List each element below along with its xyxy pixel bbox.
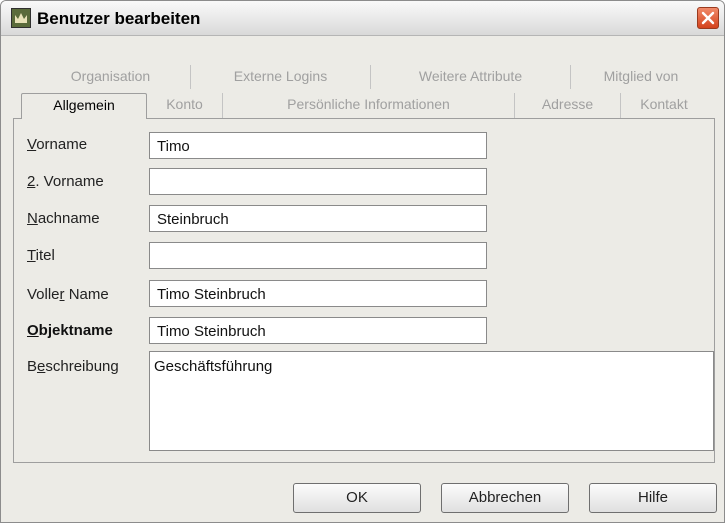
cancel-button[interactable]: Abbrechen bbox=[441, 483, 569, 513]
object-name-label: Objektname bbox=[27, 322, 113, 339]
tab-contact[interactable]: Kontakt bbox=[621, 93, 707, 119]
last-name-field[interactable]: Steinbruch bbox=[149, 205, 487, 232]
tab-member-of[interactable]: Mitglied von bbox=[571, 65, 711, 89]
first-name-field[interactable]: Timo bbox=[149, 132, 487, 159]
description-textarea[interactable]: Geschäftsführung bbox=[149, 351, 714, 451]
tab-external-logins[interactable]: Externe Logins bbox=[191, 65, 371, 89]
close-icon bbox=[701, 11, 715, 25]
description-label: Beschreibung bbox=[27, 358, 119, 375]
object-name-field[interactable]: Timo Steinbruch bbox=[149, 317, 487, 344]
full-name-field[interactable]: Timo Steinbruch bbox=[149, 280, 487, 307]
help-button[interactable]: Hilfe bbox=[589, 483, 717, 513]
tab-account[interactable]: Konto bbox=[147, 93, 223, 119]
tab-personal-info[interactable]: Persönliche Informationen bbox=[223, 93, 515, 119]
close-button[interactable] bbox=[697, 7, 719, 29]
window-title: Benutzer bearbeiten bbox=[37, 9, 201, 28]
edit-user-dialog: Benutzer bearbeiten Organisation Externe… bbox=[0, 0, 725, 523]
app-icon bbox=[11, 8, 31, 28]
ok-button[interactable]: OK bbox=[293, 483, 421, 513]
full-name-label: Voller Name bbox=[27, 286, 109, 303]
tab-organisation[interactable]: Organisation bbox=[31, 65, 191, 89]
middle-name-field[interactable] bbox=[149, 168, 487, 195]
middle-name-label: 2. Vorname bbox=[27, 173, 104, 190]
title-field[interactable] bbox=[149, 242, 487, 269]
tab-address[interactable]: Adresse bbox=[515, 93, 621, 119]
title-bar[interactable]: Benutzer bearbeiten bbox=[1, 1, 724, 36]
tab-additional-attributes[interactable]: Weitere Attribute bbox=[371, 65, 571, 89]
first-name-label: Vorname bbox=[27, 136, 88, 153]
tab-general[interactable]: Allgemein bbox=[21, 93, 147, 119]
last-name-label: Nachname bbox=[27, 210, 100, 227]
title-label: Titel bbox=[27, 247, 55, 264]
